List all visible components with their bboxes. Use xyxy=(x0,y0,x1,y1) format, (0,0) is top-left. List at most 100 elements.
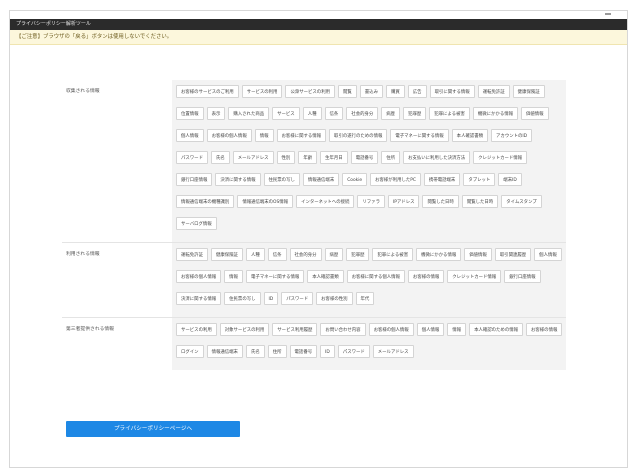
info-tag: 価値情報 xyxy=(464,248,492,261)
info-tag: アカウントのID xyxy=(491,129,533,142)
info-tag: 公衆サービスの利用 xyxy=(285,85,335,98)
info-tag: お客様の個人情報 xyxy=(368,323,414,336)
info-tag: 社会的身分 xyxy=(289,248,322,261)
app-title: プライバシーポリシー解析ツール xyxy=(16,21,91,27)
info-tag: 対象サービスの利用 xyxy=(219,323,270,336)
info-tag: 信条 xyxy=(267,248,287,261)
section-tags: サービスの利用 対象サービスの利用 サービス利用履歴 お問い合わせ内容 お客様の個人情報… xyxy=(172,318,566,370)
info-tag: ID xyxy=(320,345,335,358)
info-tag: 情報通信端末のOS情報 xyxy=(237,195,294,208)
info-tag: お客様の情報 xyxy=(407,270,445,283)
info-tag: 書込み xyxy=(359,85,383,98)
info-tag: 犯罪による被害 xyxy=(429,107,470,120)
section-tags: 運転免許証 健康保険証 人種 信条 社会的身分 病歴 犯罪歴 犯罪による被害 機微にかかる情報価… xyxy=(172,243,566,317)
info-tag: 病歴 xyxy=(381,107,401,120)
info-tag: 銀行口座情報 xyxy=(176,173,213,186)
info-tag: 住所 xyxy=(267,345,287,358)
info-tag: 購入された商品 xyxy=(228,107,270,120)
info-tag: 広告 xyxy=(407,85,427,98)
info-tag: 端末ID xyxy=(498,173,522,186)
privacy-policy-button[interactable]: プライバシーポリシーページへ xyxy=(66,421,240,437)
info-tag: 住所 xyxy=(381,151,401,164)
info-tag: 性別 xyxy=(276,151,296,164)
info-tag: サービス xyxy=(272,107,300,120)
info-tag: 氏名 xyxy=(245,345,265,358)
info-tag: 人種 xyxy=(245,248,265,261)
info-tag: 本人確認書類 xyxy=(307,270,344,283)
info-tag: 犯罪による被害 xyxy=(372,248,414,261)
info-tag: サービス利用履歴 xyxy=(272,323,318,336)
info-tag: 年代 xyxy=(355,292,375,305)
info-tag: お支払いに利用した決済方法 xyxy=(403,151,471,164)
info-tag: ログイン xyxy=(176,345,204,358)
info-tag: 病歴 xyxy=(324,248,344,261)
info-tag: 犯罪歴 xyxy=(403,107,427,120)
info-tag: 人種 xyxy=(302,107,322,120)
section-label: 第三者提供される情報 xyxy=(66,327,114,332)
info-tag: お客様の性別 xyxy=(316,292,353,305)
info-tag: 電話番号 xyxy=(350,151,379,164)
section-label: 収集される情報 xyxy=(66,89,100,94)
info-tag: 社会的身分 xyxy=(346,107,379,120)
info-tag: 価値情報 xyxy=(521,107,549,120)
info-tag: 本人確認のための情報 xyxy=(469,323,523,336)
info-tag: お客様の個人情報 xyxy=(176,270,222,283)
info-tag: 年齢 xyxy=(298,151,318,164)
info-tag: お問い合わせ内容 xyxy=(320,323,366,336)
title-bar: プライバシーポリシー解析ツール xyxy=(10,19,627,30)
info-tag: 信条 xyxy=(324,107,344,120)
info-tag: メールアドレス xyxy=(232,151,274,164)
info-tag: サーバログ情報 xyxy=(176,217,217,230)
info-tag: お客様のサービスのご利用 xyxy=(176,85,239,98)
info-tag: 購買 xyxy=(385,85,405,98)
info-tag: 取引の遂行のための情報 xyxy=(329,129,388,142)
info-tag: 住民票の写し xyxy=(224,292,261,305)
info-tag: ID xyxy=(263,292,279,305)
info-tag: クレジットカード情報 xyxy=(473,151,528,164)
info-tag: お客様の情報 xyxy=(526,323,563,336)
info-tag: 閲覧した日時 xyxy=(461,195,499,208)
info-tag: 決済に関する情報 xyxy=(176,292,222,305)
info-tag: 電子マネーに関する情報 xyxy=(390,129,449,142)
warning-text: 【ご注意】ブラウザの「戻る」ボタンは使用しないでください。 xyxy=(16,34,173,40)
info-tag: タブレット xyxy=(463,173,496,186)
info-tag: Cookie xyxy=(342,173,368,186)
info-tag: サービスの利用 xyxy=(176,323,217,336)
info-tag: 取引に関する情報 xyxy=(429,85,475,98)
info-tag: 健康保険証 xyxy=(210,248,243,261)
info-tag: タイムスタンプ xyxy=(501,195,542,208)
info-tag: お客様の個人情報 xyxy=(206,129,252,142)
section-tags: お客様のサービスのご利用 サービスの利用 公衆サービスの利用 閲覧 書込み 購買 広告 取引に… xyxy=(172,80,566,242)
info-tag: 取引関連履歴 xyxy=(494,248,532,261)
info-section: 第三者提供される情報 サービスの利用 対象サービスの利用 サービス利用履歴 お問い合わせ… xyxy=(62,317,566,370)
info-tag: 情報通信端末の機種識別 xyxy=(176,195,235,208)
info-sections: 収集される情報 お客様のサービスのご利用 サービスの利用 公衆サービスの利用 閲覧 書込み… xyxy=(62,80,566,370)
info-tag: 個人情報 xyxy=(416,323,445,336)
info-tag: 氏名 xyxy=(210,151,230,164)
info-section: 収集される情報 お客様のサービスのご利用 サービスの利用 公衆サービスの利用 閲覧 書込み… xyxy=(62,80,566,242)
info-tag: メールアドレス xyxy=(372,345,414,358)
info-tag: 犯罪歴 xyxy=(346,248,370,261)
info-tag: パスワード xyxy=(281,292,314,305)
info-tag: 機微にかかる情報 xyxy=(472,107,518,120)
info-tag: 閲覧した日時 xyxy=(422,195,459,208)
info-tag: 電子マネーに関する情報 xyxy=(245,270,305,283)
info-tag: お客様に関する個人情報 xyxy=(346,270,405,283)
info-tag: 個人情報 xyxy=(176,129,204,142)
info-tag: 運転免許証 xyxy=(477,85,510,98)
info-tag: 本人確認書類 xyxy=(451,129,489,142)
info-tag: リファラ xyxy=(357,195,385,208)
top-strip xyxy=(10,11,627,19)
info-tag: 携帯電話端末 xyxy=(423,173,461,186)
info-tag: 銀行口座情報 xyxy=(504,270,541,283)
warning-banner: 【ご注意】ブラウザの「戻る」ボタンは使用しないでください。 xyxy=(10,30,627,45)
window-control-icon[interactable] xyxy=(605,13,611,15)
info-tag: 決済に関する情報 xyxy=(215,173,261,186)
info-tag: お客様に関する情報 xyxy=(276,129,327,142)
info-tag: 閲覧 xyxy=(337,85,357,98)
info-tag: 健康保険証 xyxy=(512,85,545,98)
info-tag: サービスの利用 xyxy=(241,85,283,98)
info-tag: IPアドレス xyxy=(387,195,420,208)
info-tag: 情報 xyxy=(447,323,467,336)
info-tag: 運転免許証 xyxy=(176,248,208,261)
